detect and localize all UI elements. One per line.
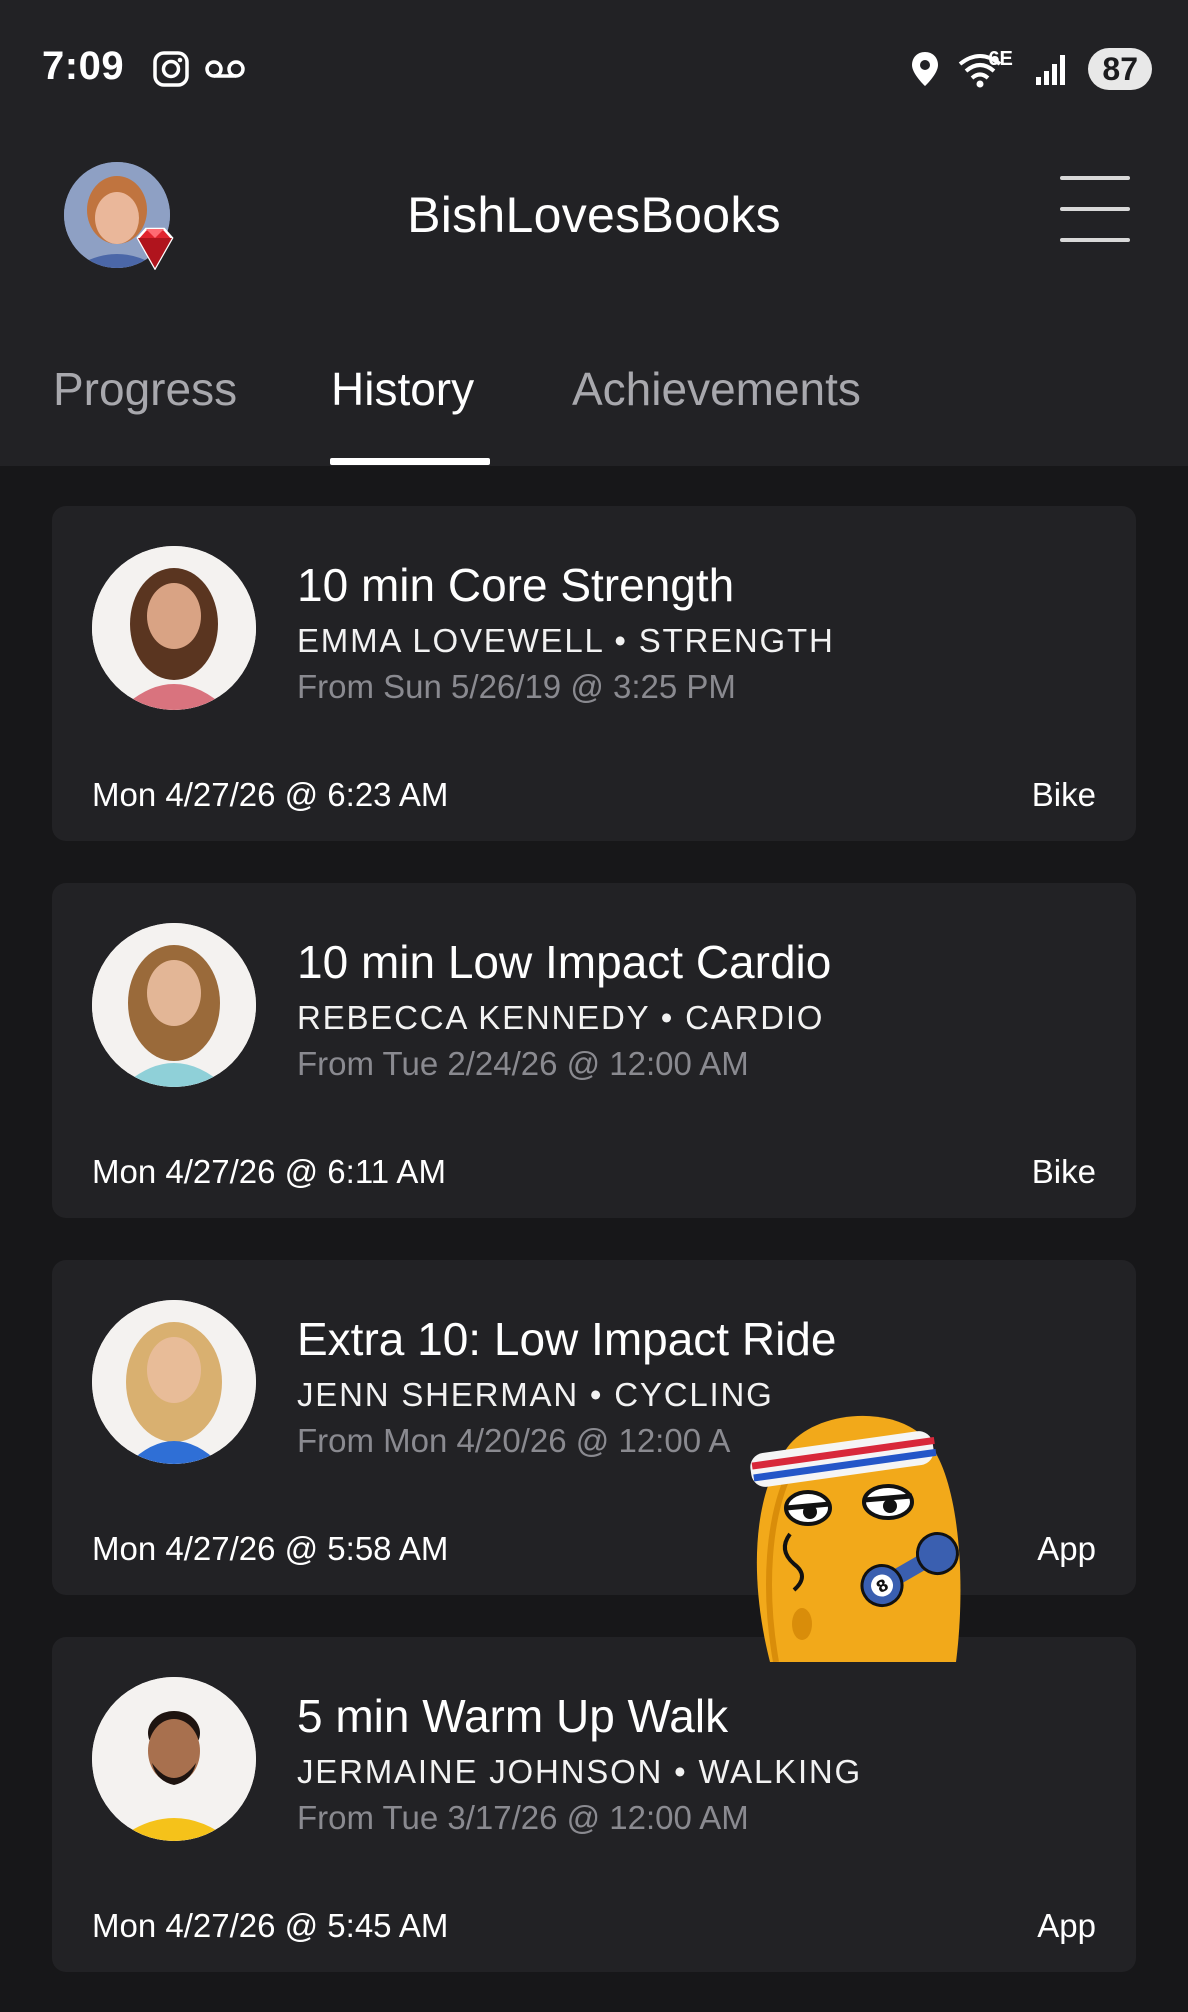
class-original-date: From Tue 2/24/26 @ 12:00 AM <box>297 1045 749 1082</box>
workout-device: Bike <box>1031 776 1096 813</box>
app-header-region: 7:09 6E 87 BishLovesBooks Progress Histo… <box>0 0 1188 466</box>
instructor-category: EMMA LOVEWELL • STRENGTH <box>297 622 835 659</box>
workout-date: Mon 4/27/26 @ 6:23 AM <box>92 776 449 813</box>
status-icons-right: 6E 87 <box>910 48 1152 90</box>
workout-device: App <box>1037 1530 1096 1567</box>
tab-bar: Progress History Achievements <box>0 356 1188 466</box>
class-original-date: From Sun 5/26/19 @ 3:25 PM <box>297 668 736 705</box>
potato-mascot-sticker: 8 <box>750 1415 961 1662</box>
workout-date: Mon 4/27/26 @ 5:58 AM <box>92 1530 449 1567</box>
instructor-photo <box>92 923 256 1087</box>
instructor-photo <box>92 546 256 710</box>
active-tab-indicator <box>330 458 490 465</box>
workout-date: Mon 4/27/26 @ 5:45 AM <box>92 1907 449 1944</box>
class-original-date: From Mon 4/20/26 @ 12:00 A <box>297 1422 731 1459</box>
battery-indicator: 87 <box>1088 48 1152 90</box>
workout-card[interactable]: 5 min Warm Up Walk JERMAINE JOHNSON • WA… <box>52 1637 1136 1972</box>
instructor-category: REBECCA KENNEDY • CARDIO <box>297 999 825 1036</box>
instructor-category: JERMAINE JOHNSON • WALKING <box>297 1753 863 1790</box>
instructor-photo <box>92 1300 256 1464</box>
instructor-category: JENN SHERMAN • CYCLING <box>297 1376 774 1413</box>
class-original-date: From Tue 3/17/26 @ 12:00 AM <box>297 1799 749 1836</box>
workout-card[interactable]: 10 min Core Strength EMMA LOVEWELL • STR… <box>52 506 1136 841</box>
workout-device: Bike <box>1031 1153 1096 1190</box>
network-label: 6E <box>988 48 1013 70</box>
workout-device: App <box>1037 1907 1096 1944</box>
signal-icon <box>1036 55 1066 85</box>
hamburger-menu-icon[interactable] <box>1060 176 1130 248</box>
tab-achievements[interactable]: Achievements <box>572 362 861 416</box>
instagram-icon <box>153 51 189 87</box>
voicemail-icon <box>205 60 245 78</box>
tab-progress[interactable]: Progress <box>53 362 237 416</box>
status-time: 7:09 <box>42 44 125 88</box>
workout-card[interactable]: 10 min Low Impact Cardio REBECCA KENNEDY… <box>52 883 1136 1218</box>
location-icon <box>912 52 939 86</box>
wifi-icon: 6E <box>958 48 1016 88</box>
workout-title: 10 min Core Strength <box>297 559 735 611</box>
workout-title: 5 min Warm Up Walk <box>297 1690 729 1742</box>
page-title: BishLovesBooks <box>407 187 781 243</box>
workout-title: Extra 10: Low Impact Ride <box>297 1313 837 1365</box>
tab-history[interactable]: History <box>331 362 474 416</box>
status-icons-left <box>152 50 246 88</box>
instructor-photo <box>92 1677 256 1841</box>
workout-title: 10 min Low Impact Cardio <box>297 936 832 988</box>
workout-date: Mon 4/27/26 @ 6:11 AM <box>92 1153 446 1190</box>
